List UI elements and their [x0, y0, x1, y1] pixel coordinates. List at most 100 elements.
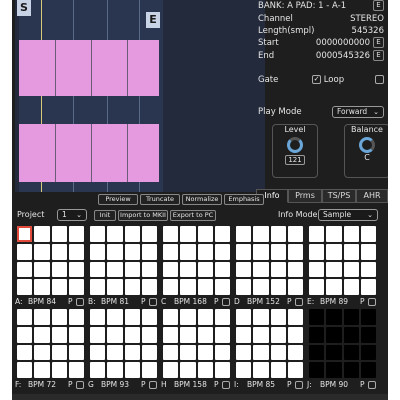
- pad[interactable]: [180, 226, 196, 242]
- bank-p-checkbox[interactable]: [222, 381, 230, 389]
- pad[interactable]: [51, 309, 67, 325]
- pad[interactable]: [17, 261, 33, 278]
- pad[interactable]: [343, 309, 359, 325]
- pad[interactable]: [163, 261, 179, 278]
- pad[interactable]: [180, 344, 196, 361]
- pad[interactable]: [163, 344, 179, 361]
- pad[interactable]: [253, 261, 269, 278]
- normalize-button[interactable]: Normalize: [182, 194, 222, 205]
- pad[interactable]: [68, 362, 84, 378]
- pad[interactable]: [141, 279, 157, 295]
- loop-checkbox[interactable]: ✓: [312, 75, 321, 84]
- pad[interactable]: [124, 261, 140, 278]
- pad[interactable]: [180, 279, 196, 295]
- pad[interactable]: [270, 226, 286, 242]
- pad[interactable]: [17, 279, 33, 295]
- pad[interactable]: [180, 243, 196, 260]
- tab-prms[interactable]: Prms: [288, 189, 322, 203]
- pad[interactable]: [180, 326, 196, 343]
- pad[interactable]: [214, 226, 230, 242]
- pad[interactable]: [326, 261, 342, 278]
- pad[interactable]: [51, 261, 67, 278]
- pad[interactable]: [360, 309, 376, 325]
- pad[interactable]: [270, 243, 286, 260]
- pad[interactable]: [17, 309, 33, 325]
- pad[interactable]: [287, 344, 303, 361]
- bank-pad-edit-button[interactable]: E: [373, 0, 384, 11]
- pad[interactable]: [34, 362, 50, 378]
- pad[interactable]: [270, 326, 286, 343]
- pad[interactable]: [141, 362, 157, 378]
- pad[interactable]: [236, 243, 252, 260]
- bank-p-checkbox[interactable]: [368, 298, 376, 306]
- pad[interactable]: [90, 326, 106, 343]
- pad[interactable]: [343, 344, 359, 361]
- pad[interactable]: [214, 344, 230, 361]
- pad[interactable]: [68, 261, 84, 278]
- pad[interactable]: [197, 362, 213, 378]
- pad[interactable]: [17, 243, 33, 260]
- pad[interactable]: [17, 344, 33, 361]
- pad[interactable]: [107, 261, 123, 278]
- pad[interactable]: [180, 309, 196, 325]
- pad[interactable]: [107, 362, 123, 378]
- pad[interactable]: [124, 326, 140, 343]
- pad[interactable]: [197, 261, 213, 278]
- pad[interactable]: [287, 362, 303, 378]
- pad[interactable]: [34, 243, 50, 260]
- pad[interactable]: [253, 362, 269, 378]
- preview-button[interactable]: Preview: [98, 194, 138, 205]
- pad[interactable]: [90, 226, 106, 242]
- pad[interactable]: [309, 243, 325, 260]
- pad[interactable]: [343, 362, 359, 378]
- pad[interactable]: [214, 362, 230, 378]
- pad[interactable]: [68, 309, 84, 325]
- pad[interactable]: [197, 344, 213, 361]
- pad[interactable]: [236, 326, 252, 343]
- bank-p-checkbox[interactable]: [149, 381, 157, 389]
- pad[interactable]: [197, 279, 213, 295]
- emphasis-button[interactable]: Emphasis: [224, 194, 264, 205]
- pad[interactable]: [124, 309, 140, 325]
- bank-p-checkbox[interactable]: [368, 381, 376, 389]
- pad[interactable]: [197, 226, 213, 242]
- pad[interactable]: [34, 261, 50, 278]
- pad[interactable]: [68, 344, 84, 361]
- pad[interactable]: [214, 309, 230, 325]
- pad[interactable]: [51, 326, 67, 343]
- pad[interactable]: [326, 344, 342, 361]
- pad[interactable]: [360, 226, 376, 242]
- pad[interactable]: [287, 226, 303, 242]
- pad[interactable]: [68, 226, 84, 242]
- tab-ts-ps[interactable]: TS/PS: [322, 189, 356, 203]
- pad[interactable]: [141, 226, 157, 242]
- pad[interactable]: [360, 326, 376, 343]
- pad[interactable]: [51, 226, 67, 242]
- pad[interactable]: [124, 362, 140, 378]
- pad[interactable]: [326, 243, 342, 260]
- pad[interactable]: [197, 326, 213, 343]
- pad[interactable]: [287, 243, 303, 260]
- playmode-dropdown[interactable]: Forward ⌄: [332, 106, 384, 118]
- pad[interactable]: [214, 279, 230, 295]
- tab-ahr[interactable]: AHR: [356, 189, 388, 203]
- pad[interactable]: [107, 309, 123, 325]
- pad[interactable]: [17, 226, 33, 242]
- pad[interactable]: [287, 279, 303, 295]
- pad[interactable]: [34, 226, 50, 242]
- pad[interactable]: [107, 344, 123, 361]
- pad[interactable]: [326, 226, 342, 242]
- pad[interactable]: [343, 261, 359, 278]
- pad[interactable]: [107, 279, 123, 295]
- import-mkii-button[interactable]: Import to MKII: [118, 210, 168, 221]
- pad[interactable]: [326, 326, 342, 343]
- pad[interactable]: [270, 362, 286, 378]
- pad[interactable]: [124, 279, 140, 295]
- pad[interactable]: [163, 326, 179, 343]
- pad[interactable]: [309, 344, 325, 361]
- pad[interactable]: [68, 326, 84, 343]
- pad[interactable]: [309, 226, 325, 242]
- pad[interactable]: [360, 243, 376, 260]
- pad[interactable]: [309, 279, 325, 295]
- pad[interactable]: [51, 362, 67, 378]
